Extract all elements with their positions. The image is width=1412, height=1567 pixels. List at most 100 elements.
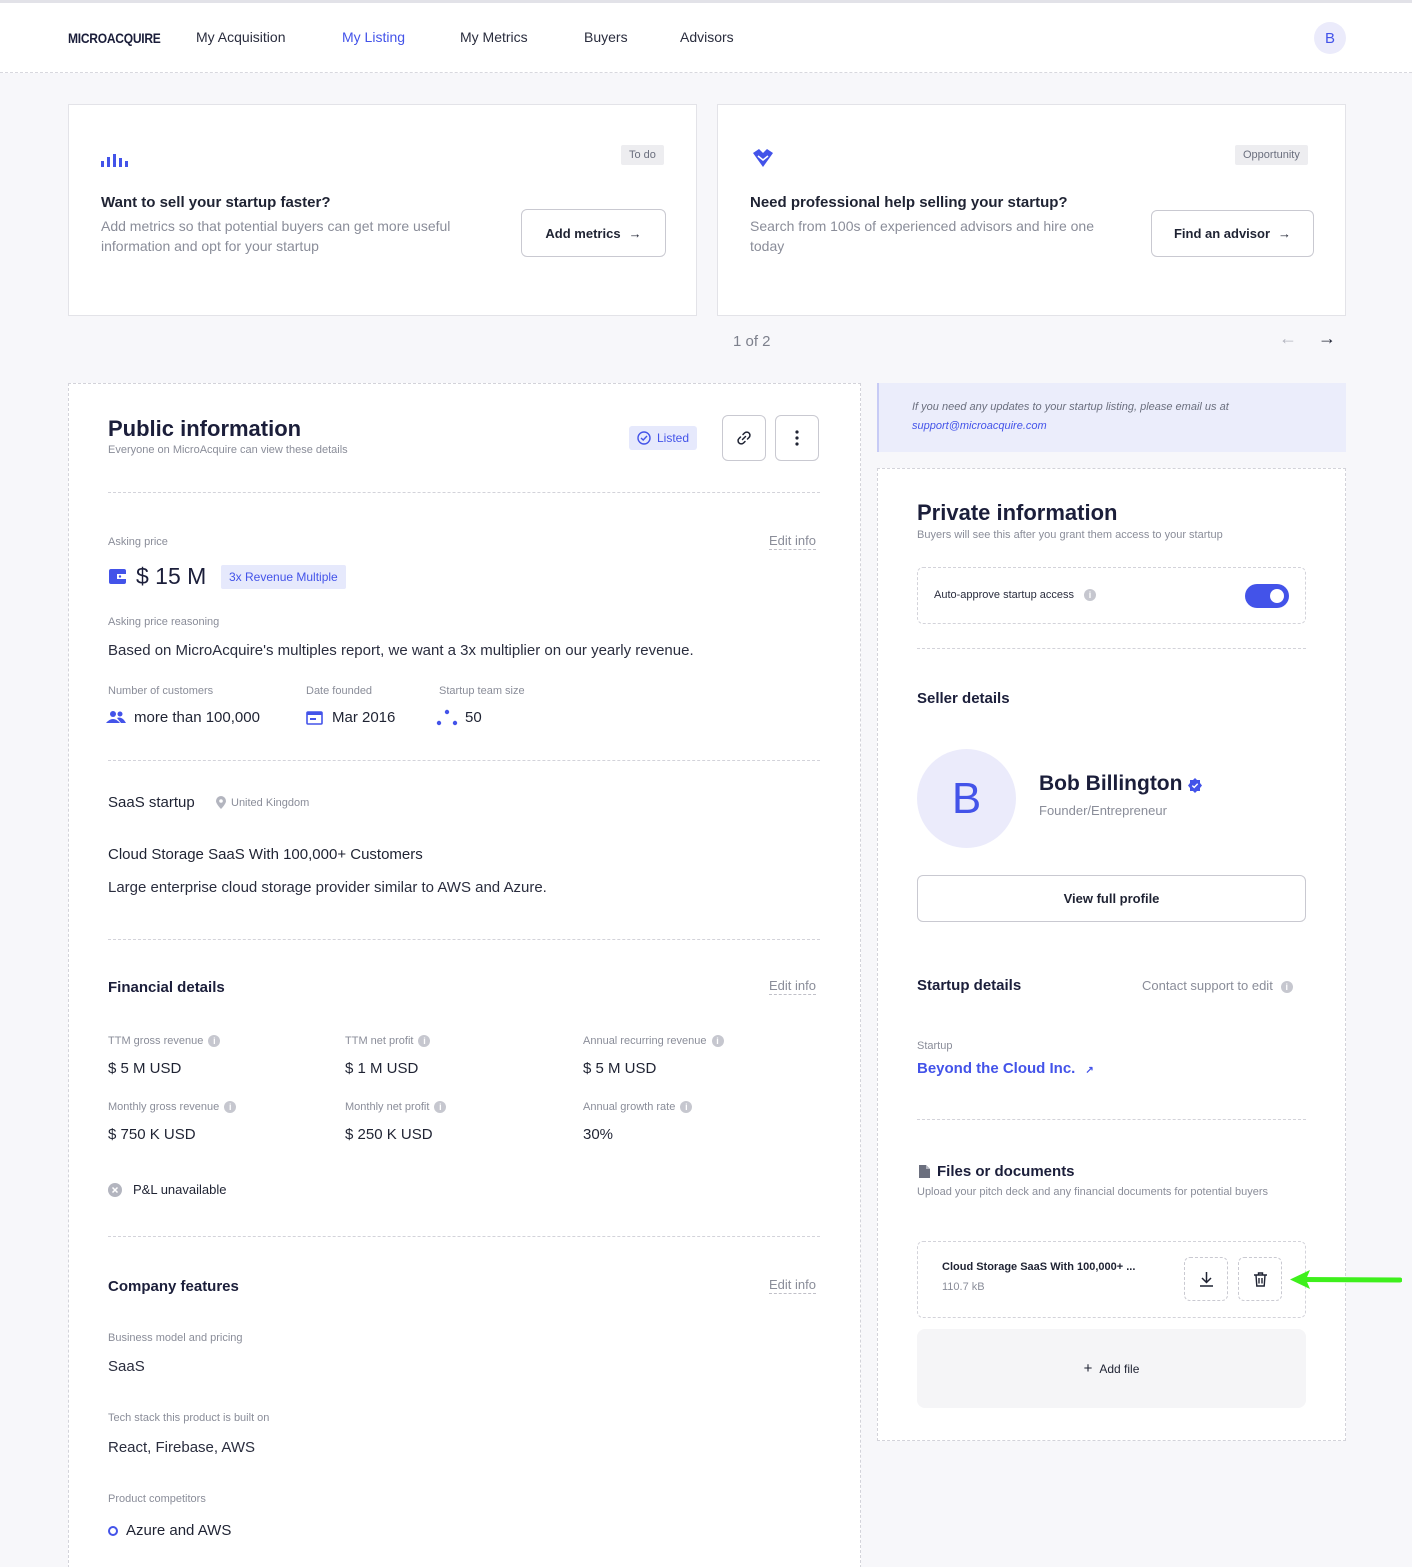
ttm-net-value: $ 1 M USD — [345, 1060, 419, 1077]
startup-name-link[interactable]: Beyond the Cloud Inc. ↗ — [917, 1060, 1094, 1077]
divider — [108, 1236, 820, 1237]
label-text: Annual recurring revenue — [583, 1035, 707, 1047]
ttm-gross-value: $ 5 M USD — [108, 1060, 182, 1077]
promo-title: Want to sell your startup faster? — [101, 194, 331, 211]
download-icon — [1199, 1271, 1213, 1287]
update-notice: If you need any updates to your startup … — [877, 383, 1346, 452]
edit-financial-link[interactable]: Edit info — [769, 978, 816, 995]
founded-value: Mar 2016 — [332, 709, 396, 726]
public-info-title: Public information — [108, 416, 302, 441]
file-size: 110.7 kB — [942, 1281, 985, 1293]
more-vertical-icon — [795, 430, 799, 446]
files-title: Files or documents — [937, 1163, 1075, 1180]
listed-label: Listed — [657, 431, 690, 445]
handshake-icon — [753, 149, 773, 167]
nav-my-metrics[interactable]: My Metrics — [460, 29, 528, 45]
team-size-label: Startup team size — [439, 685, 525, 697]
users-icon — [106, 711, 126, 723]
delete-button[interactable] — [1238, 1257, 1282, 1301]
wallet-icon — [109, 569, 126, 584]
monthly-gross-value: $ 750 K USD — [108, 1126, 196, 1143]
growth-rate-label: Annual growth rate i — [583, 1101, 693, 1114]
features-title: Company features — [108, 1278, 239, 1295]
link-icon — [737, 431, 751, 445]
nav-buyers[interactable]: Buyers — [584, 29, 628, 45]
public-info-panel — [68, 383, 861, 1567]
add-metrics-button[interactable]: Add metrics → — [521, 209, 666, 257]
plus-icon: + — [1083, 1360, 1093, 1377]
startup-type: SaaS startup — [108, 794, 195, 811]
revenue-multiple-badge: 3x Revenue Multiple — [221, 565, 346, 589]
listing-description: Large enterprise cloud storage provider … — [108, 879, 547, 896]
auto-approve-row: Auto-approve startup access i — [917, 567, 1306, 624]
nav-my-listing[interactable]: My Listing — [342, 29, 405, 45]
nav-advisors[interactable]: Advisors — [680, 29, 734, 45]
location-pin-icon — [216, 796, 226, 809]
edit-asking-price-link[interactable]: Edit info — [769, 533, 816, 550]
competitors-value: Azure and AWS — [126, 1522, 232, 1539]
private-info-title: Private information — [917, 500, 1118, 525]
auto-approve-toggle[interactable] — [1245, 584, 1289, 608]
divider — [108, 760, 820, 761]
next-arrow-icon[interactable]: → — [1318, 328, 1336, 349]
opportunity-tag: Opportunity — [1235, 145, 1308, 165]
info-icon[interactable]: i — [1084, 589, 1097, 602]
business-model-label: Business model and pricing — [108, 1332, 243, 1344]
prev-arrow-icon[interactable]: ← — [1279, 328, 1297, 349]
info-icon[interactable]: i — [208, 1035, 221, 1048]
info-icon[interactable]: i — [711, 1035, 724, 1048]
seller-title: Seller details — [917, 690, 1010, 707]
more-options-button[interactable] — [775, 415, 819, 461]
founded-label: Date founded — [306, 685, 373, 697]
logo[interactable]: MICROACQUIRE — [68, 30, 161, 46]
download-button[interactable] — [1184, 1257, 1228, 1301]
find-advisor-label: Find an advisor — [1173, 226, 1271, 241]
arrow-right-icon: → — [628, 225, 642, 241]
edit-features-link[interactable]: Edit info — [769, 1277, 816, 1294]
divider — [917, 648, 1306, 649]
check-circle-icon — [637, 431, 651, 445]
files-subtitle: Upload your pitch deck and any financial… — [917, 1186, 1268, 1198]
ttm-net-label: TTM net profit i — [345, 1035, 431, 1048]
listing-headline: Cloud Storage SaaS With 100,000+ Custome… — [108, 846, 423, 863]
tech-stack-label: Tech stack this product is built on — [108, 1412, 270, 1424]
external-link-icon: ↗ — [1085, 1065, 1094, 1076]
carousel-pager: 1 of 2 — [733, 333, 771, 350]
divider — [108, 939, 820, 940]
label-text: Annual growth rate — [583, 1101, 676, 1113]
todo-tag: To do — [621, 145, 664, 165]
asking-price-value: $ 15 M — [136, 563, 207, 589]
promo-card-advisor: Opportunity Need professional help selli… — [717, 104, 1346, 316]
info-icon[interactable]: i — [434, 1101, 447, 1114]
listed-badge: Listed — [629, 426, 698, 450]
nav-my-acquisition[interactable]: My Acquisition — [196, 29, 285, 45]
add-metrics-label: Add metrics — [545, 225, 621, 241]
user-avatar[interactable]: B — [1314, 22, 1346, 54]
seller-name: Bob Billington — [1039, 772, 1183, 795]
promo-text: Search from 100s of experienced advisors… — [750, 218, 1094, 254]
top-nav: MICROACQUIRE My Acquisition My Listing M… — [0, 3, 1412, 73]
bar-chart-icon — [101, 154, 128, 167]
info-icon[interactable]: i — [1280, 980, 1293, 993]
support-email-link[interactable]: support@microacquire.com — [912, 420, 1047, 432]
info-icon[interactable]: i — [224, 1101, 237, 1114]
info-icon[interactable]: i — [418, 1035, 431, 1048]
x-circle-icon — [108, 1183, 122, 1197]
info-icon[interactable]: i — [680, 1101, 693, 1114]
add-file-label: Add file — [1099, 1361, 1140, 1376]
growth-rate-value: 30% — [583, 1126, 614, 1143]
reasoning-label: Asking price reasoning — [108, 616, 220, 628]
add-file-button[interactable]: + Add file — [917, 1329, 1306, 1408]
location-text: United Kingdom — [231, 797, 310, 809]
auto-approve-text: Auto-approve startup access — [934, 589, 1075, 601]
bullet-icon — [108, 1526, 118, 1536]
find-advisor-button[interactable]: Find an advisor → — [1151, 210, 1314, 257]
financial-title: Financial details — [108, 979, 225, 996]
view-profile-button[interactable]: View full profile — [917, 875, 1306, 922]
promo-card-metrics: To do Want to sell your startup faster? … — [68, 104, 697, 316]
promo-title: Need professional help selling your star… — [750, 194, 1068, 211]
label-text: Monthly net profit — [345, 1101, 430, 1113]
arr-label: Annual recurring revenue i — [583, 1035, 724, 1048]
auto-approve-label: Auto-approve startup access i — [934, 589, 1097, 602]
copy-link-button[interactable] — [722, 415, 766, 461]
